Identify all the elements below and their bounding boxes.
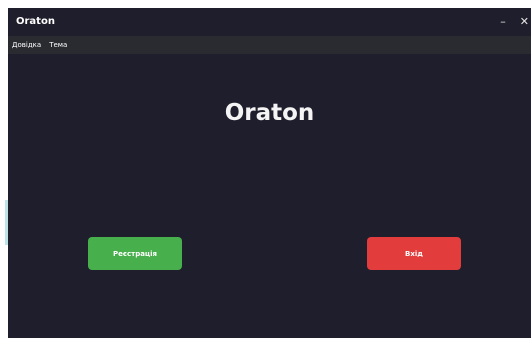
- menu-bar: Довідка Тема: [8, 36, 531, 54]
- register-button[interactable]: Реєстрація: [88, 237, 182, 270]
- title-bar: Oraton – ✕: [8, 8, 531, 36]
- window-title: Oraton: [16, 16, 55, 27]
- login-button[interactable]: Вхід: [367, 237, 461, 270]
- window-controls: – ✕: [500, 14, 529, 30]
- app-window: Oraton – ✕ Довідка Тема Oraton Реєстраці…: [8, 8, 531, 338]
- close-button[interactable]: ✕: [520, 15, 529, 29]
- app-heading: Oraton: [224, 100, 315, 126]
- main-content: Oraton Реєстрація Вхід: [8, 54, 531, 338]
- minimize-button[interactable]: –: [500, 15, 506, 29]
- menu-item-theme[interactable]: Тема: [49, 40, 67, 50]
- menu-item-help[interactable]: Довідка: [12, 40, 41, 50]
